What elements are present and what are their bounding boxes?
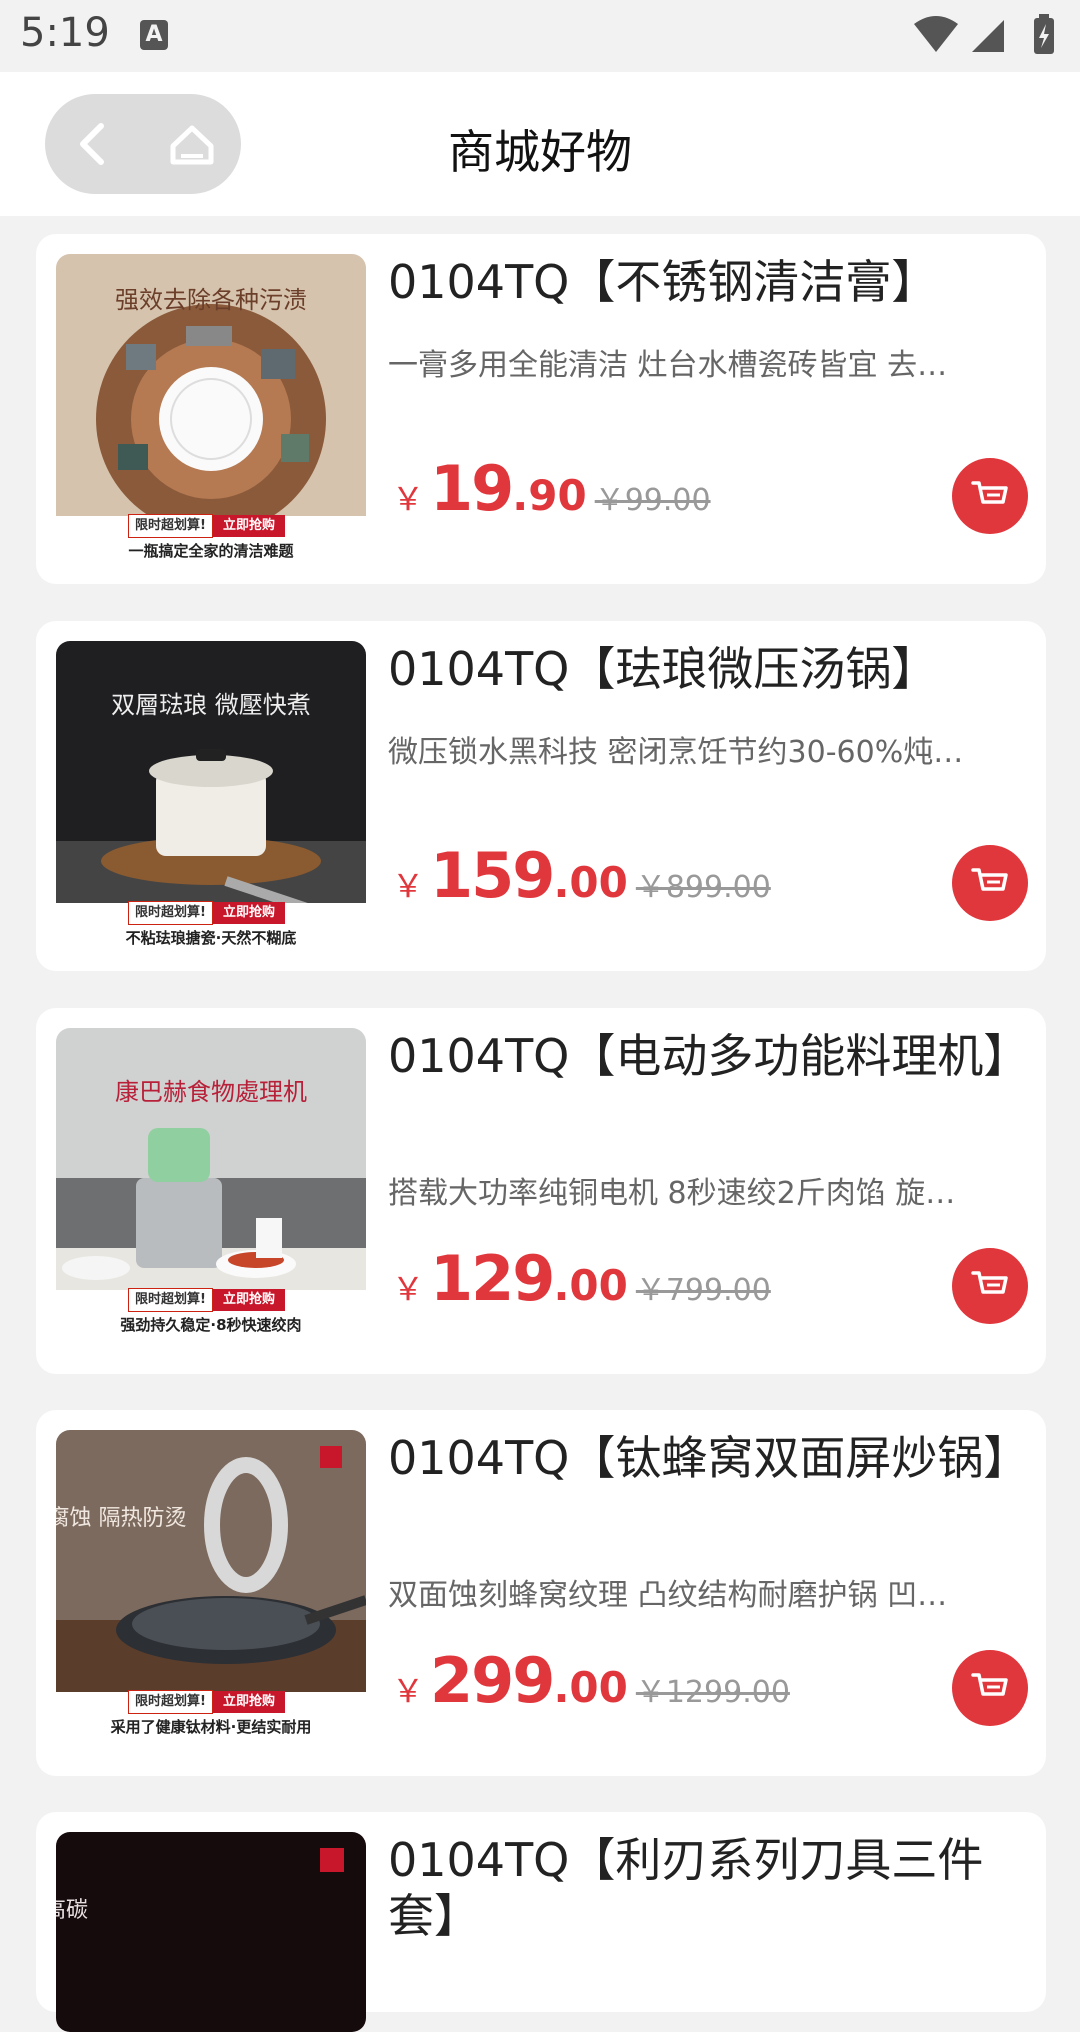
image-caption: 不粘珐琅搪瓷·天然不糊底	[125, 929, 297, 947]
product-desc: 搭载大功率纯铜电机 8秒速绞2斤肉馅 旋…	[388, 1176, 956, 1211]
product-title[interactable]: 0104TQ【不锈钢清洁膏】	[388, 254, 1008, 310]
cart-icon	[971, 1271, 1008, 1294]
price: ￥129.00 ￥799.00	[392, 1242, 771, 1315]
brand-logo	[320, 1848, 344, 1872]
page-title: 商城好物	[448, 125, 632, 179]
product-card[interactable]: 强效去除各种污渍 限时超划算! 立即抢购 一瓶搞定全家的清洁难题 0104TQ【不…	[36, 234, 1046, 584]
price: ￥159.00 ￥899.00	[392, 839, 771, 912]
product-image[interactable]: 强效去除各种污渍 限时超划算! 立即抢购 一瓶搞定全家的清洁难题	[56, 254, 366, 564]
original-price: ￥899.00	[635, 870, 771, 905]
product-title[interactable]: 0104TQ【利刃系列刀具三件套】	[388, 1832, 1008, 1944]
original-price: ￥99.00	[594, 483, 711, 518]
image-headline: 双層琺琅 微壓快煮	[111, 691, 311, 719]
product-desc: 一膏多用全能清洁 灶台水槽瓷砖皆宜 去…	[388, 348, 948, 383]
image-headline: 强效去除各种污渍	[115, 286, 307, 314]
product-card[interactable]: 抗腐蚀 隔热防烫 限时超划算!立即抢购 采用了健康钛材料·更结实耐用 0104T…	[36, 1410, 1046, 1776]
cart-icon	[971, 868, 1008, 891]
price: ￥19.90 ￥99.00	[392, 452, 711, 525]
original-price: ￥1299.00	[635, 1675, 790, 1710]
wifi-icon	[914, 16, 958, 52]
image-banner: 限时超划算! 立即抢购 一瓶搞定全家的清洁难题	[56, 514, 366, 564]
product-desc: 微压锁水黑科技 密闭烹饪节约30-60%炖…	[388, 735, 964, 770]
add-to-cart-button[interactable]	[952, 1248, 1028, 1324]
cart-icon	[971, 481, 1008, 504]
product-title[interactable]: 0104TQ【钛蜂窝双面屏炒锅】	[388, 1430, 1029, 1486]
product-image[interactable]: 康巴赫食物處理机 限时超划算! 立即抢购 强劲持久稳定·8秒快速绞肉	[56, 1028, 366, 1338]
add-to-cart-button[interactable]	[952, 1650, 1028, 1726]
product-card[interactable]: 双層琺琅 微壓快煮 限时超划算! 立即抢购 不粘珐琅搪瓷·天然不糊底 0104TQ…	[36, 621, 1046, 971]
status-bar: 5:19 A	[0, 0, 1080, 72]
signal-icon	[972, 20, 1004, 52]
product-title[interactable]: 0104TQ【珐琅微压汤锅】	[388, 641, 1008, 697]
image-caption: 采用了健康钛材料·更结实耐用	[110, 1718, 312, 1736]
product-card[interactable]: 高碳 0104TQ【利刃系列刀具三件套】	[36, 1812, 1046, 2032]
image-banner: 限时超划算! 立即抢购 强劲持久稳定·8秒快速绞肉	[56, 1288, 366, 1338]
a-icon: A	[140, 20, 168, 50]
original-price: ￥799.00	[635, 1273, 771, 1308]
add-to-cart-button[interactable]	[952, 458, 1028, 534]
image-banner: 限时超划算! 立即抢购 采用了健康钛材料·更结实耐用	[56, 1690, 366, 1740]
add-to-cart-button[interactable]	[952, 845, 1028, 921]
product-title[interactable]: 0104TQ【电动多功能料理机】	[388, 1028, 1029, 1084]
status-icons	[912, 14, 1062, 58]
image-headline: 康巴赫食物處理机	[115, 1078, 307, 1106]
cart-icon	[971, 1673, 1008, 1696]
battery-icon	[1034, 14, 1054, 54]
image-caption: 强劲持久稳定·8秒快速绞肉	[120, 1316, 302, 1334]
product-image[interactable]: 抗腐蚀 隔热防烫 限时超划算!立即抢购 采用了健康钛材料·更结实耐用	[56, 1430, 366, 1740]
product-desc: 双面蚀刻蜂窝纹理 凸纹结构耐磨护锅 凹…	[388, 1578, 948, 1613]
image-caption: 一瓶搞定全家的清洁难题	[128, 542, 294, 560]
status-time: 5:19	[20, 10, 110, 56]
image-headline: 抗腐蚀 隔热防烫	[56, 1506, 187, 1531]
image-banner: 限时超划算! 立即抢购 不粘珐琅搪瓷·天然不糊底	[56, 901, 366, 951]
product-image[interactable]: 高碳	[56, 1832, 366, 2032]
product-image[interactable]: 双層琺琅 微壓快煮 限时超划算! 立即抢购 不粘珐琅搪瓷·天然不糊底	[56, 641, 366, 951]
product-card[interactable]: 康巴赫食物處理机 限时超划算! 立即抢购 强劲持久稳定·8秒快速绞肉 0104TQ…	[36, 1008, 1046, 1374]
header: 商城好物	[0, 72, 1080, 216]
price: ￥299.00 ￥1299.00	[392, 1644, 790, 1717]
image-headline: 高碳	[56, 1898, 88, 1923]
